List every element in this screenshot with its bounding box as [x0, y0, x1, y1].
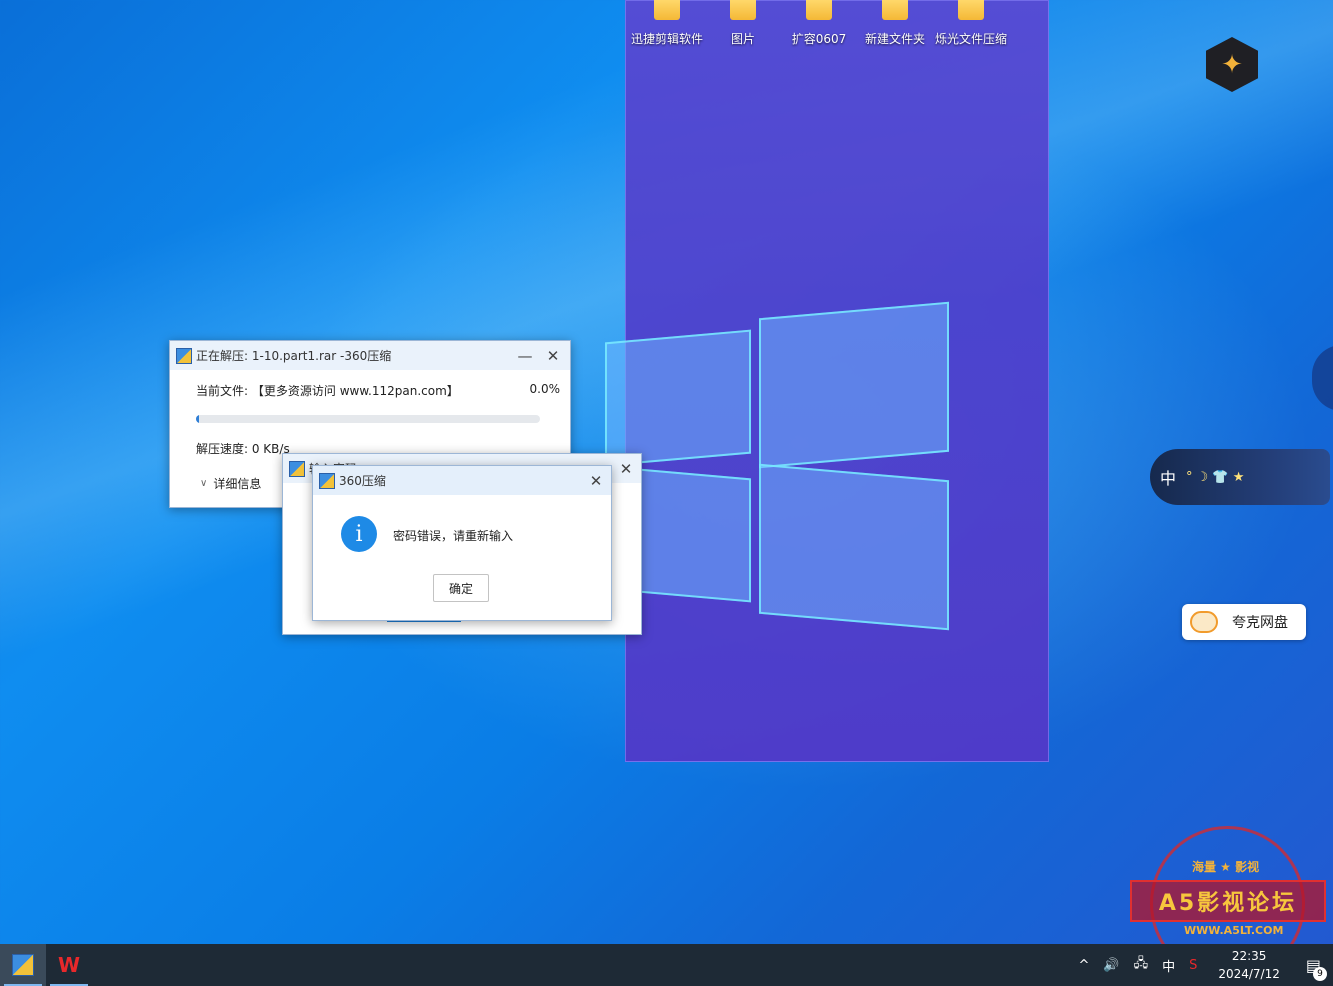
details-toggle-label: 详细信息: [213, 477, 262, 491]
chevron-down-icon: ∨: [200, 478, 208, 489]
show-hidden-icons-chevron-icon[interactable]: ^: [1071, 958, 1096, 973]
clock[interactable]: 22:35 2024/7/12: [1204, 947, 1294, 983]
close-button[interactable]: ✕: [583, 466, 609, 495]
clock-time: 22:35: [1231, 949, 1267, 963]
system-tray: ^ 🔊 🖧 中 S 22:35 2024/7/12 ▤ 9: [1071, 944, 1333, 986]
error-title: 360压缩: [339, 474, 386, 488]
wps-icon: W: [57, 953, 81, 977]
desktop-icon-pictures[interactable]: 图片: [703, 0, 783, 47]
details-toggle[interactable]: ∨ 详细信息: [200, 475, 261, 492]
extract-title: 正在解压: 1-10.part1.rar -360压缩: [196, 349, 392, 363]
archive-app-icon: [176, 347, 192, 364]
network-icon[interactable]: 🖧: [1127, 954, 1156, 976]
ime-indicator[interactable]: 中: [1155, 956, 1182, 975]
error-message: 密码错误，请重新输入: [393, 529, 514, 543]
notification-center-button[interactable]: ▤ 9: [1294, 956, 1333, 981]
quark-drive-button[interactable]: 夸克网盘: [1182, 604, 1306, 640]
archive-app-icon: [319, 472, 335, 489]
folder-icon: [958, 0, 984, 20]
watermark-top-text: 海量 ★ 影视: [1192, 860, 1260, 874]
taskbar: W ^ 🔊 🖧 中 S 22:35 2024/7/12 ▤ 9: [0, 944, 1333, 986]
current-file-value: 【更多资源访问 www.112pan.com】: [251, 384, 459, 398]
progress-fill: [196, 415, 200, 423]
desktop-icon-label: 图片: [730, 32, 755, 46]
notification-count-badge: 9: [1313, 966, 1327, 981]
taskbar-app-360zip[interactable]: [0, 944, 46, 986]
desktop-icon-kuorong[interactable]: 扩容0607: [779, 0, 859, 47]
folder-icon: [882, 0, 908, 20]
desktop-icon-label: 烁光文件压缩: [934, 32, 1007, 46]
folder-icon: [654, 0, 680, 20]
current-file-label: 当前文件:: [196, 384, 249, 398]
ime-skin-widget[interactable]: 中 ° ☽ 👕 ★: [1150, 449, 1330, 505]
watermark-banner: A5影视论坛: [1130, 880, 1326, 922]
folder-icon: [806, 0, 832, 20]
desktop-icon-new-folder[interactable]: 新建文件夹: [855, 0, 935, 47]
minimize-button[interactable]: —: [512, 341, 538, 370]
archive-app-icon: [12, 954, 34, 976]
desktop-icon-label: 迅捷剪辑软件: [630, 32, 703, 46]
bird-app-icon[interactable]: ✦: [1206, 37, 1258, 92]
progress-percent: 0.0%: [529, 382, 561, 396]
error-titlebar[interactable]: 360压缩 ✕: [313, 466, 611, 495]
volume-icon[interactable]: 🔊: [1096, 958, 1126, 973]
extract-titlebar[interactable]: 正在解压: 1-10.part1.rar -360压缩 — ✕: [170, 341, 570, 370]
cloud-icon: [1190, 611, 1218, 633]
archive-app-icon: [289, 460, 305, 477]
folder-icon: [730, 0, 756, 20]
ime-sogou-icon[interactable]: S: [1182, 958, 1204, 973]
ime-language-label: 中: [1160, 469, 1177, 488]
watermark-url: WWW.A5LT.COM: [1184, 924, 1284, 937]
close-button[interactable]: ✕: [613, 454, 639, 483]
close-button[interactable]: ✕: [540, 341, 566, 370]
ok-button[interactable]: 确定: [433, 574, 489, 602]
desktop-icon-compress[interactable]: 烁光文件压缩: [931, 0, 1011, 47]
windows-logo: [603, 286, 953, 646]
edge-side-tab[interactable]: [1312, 345, 1333, 411]
clock-date: 2024/7/12: [1218, 967, 1280, 981]
ime-toolbar-icons: ° ☽ 👕 ★: [1186, 469, 1245, 485]
desktop-icon-label: 新建文件夹: [864, 32, 925, 46]
error-dialog: 360压缩 ✕ i 密码错误，请重新输入 确定: [312, 465, 612, 621]
speed-text: 解压速度: 0 KB/s: [196, 442, 290, 456]
desktop-icon-label: 扩容0607: [791, 32, 847, 46]
info-icon: i: [341, 516, 377, 552]
desktop-icon-video-editor[interactable]: 迅捷剪辑软件: [627, 0, 707, 47]
quark-drive-label: 夸克网盘: [1232, 615, 1288, 631]
current-file-row: 当前文件: 【更多资源访问 www.112pan.com】: [196, 382, 459, 399]
progress-bar: [196, 415, 540, 423]
taskbar-app-wps[interactable]: W: [46, 944, 92, 986]
